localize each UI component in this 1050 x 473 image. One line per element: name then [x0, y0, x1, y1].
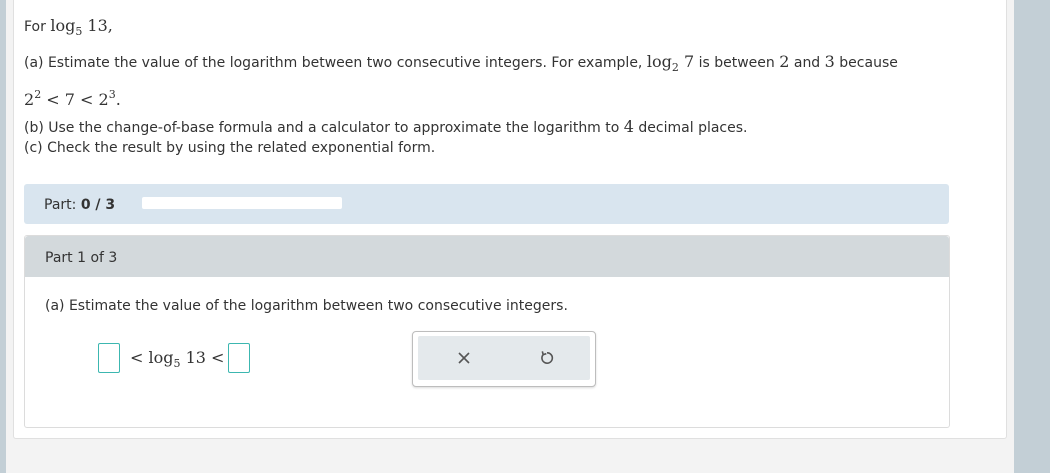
reset-button[interactable] — [538, 349, 556, 367]
clear-button[interactable] — [455, 349, 473, 367]
close-icon — [458, 352, 470, 364]
answer-tools-inner — [418, 336, 590, 380]
problem-intro: For log5 13, — [24, 16, 113, 38]
part-progress-label: Part: 0 / 3 — [44, 197, 116, 213]
undo-icon — [541, 351, 554, 364]
problem-part-b: (b) Use the change-of-base formula and a… — [24, 117, 748, 136]
part-title: Part 1 of 3 — [45, 250, 118, 266]
problem-part-a: (a) Estimate the value of the logarithm … — [24, 52, 898, 74]
part-question: (a) Estimate the value of the logarithm … — [45, 298, 568, 314]
problem-part-c: (c) Check the result by using the relate… — [24, 140, 436, 156]
left-edge — [0, 0, 6, 473]
answer-tools — [412, 331, 596, 387]
lower-bound-input[interactable] — [98, 343, 120, 373]
log-inequality: < log5 13 < — [130, 348, 225, 370]
problem-example-inequality: 22 < 7 < 23. — [24, 88, 121, 109]
part-section-header: Part 1 of 3 — [25, 236, 949, 277]
part-progress-bar: Part: 0 / 3 — [24, 184, 949, 224]
right-scroll-area[interactable] — [1014, 0, 1050, 473]
progress-track — [142, 197, 342, 209]
upper-bound-input[interactable] — [228, 343, 250, 373]
